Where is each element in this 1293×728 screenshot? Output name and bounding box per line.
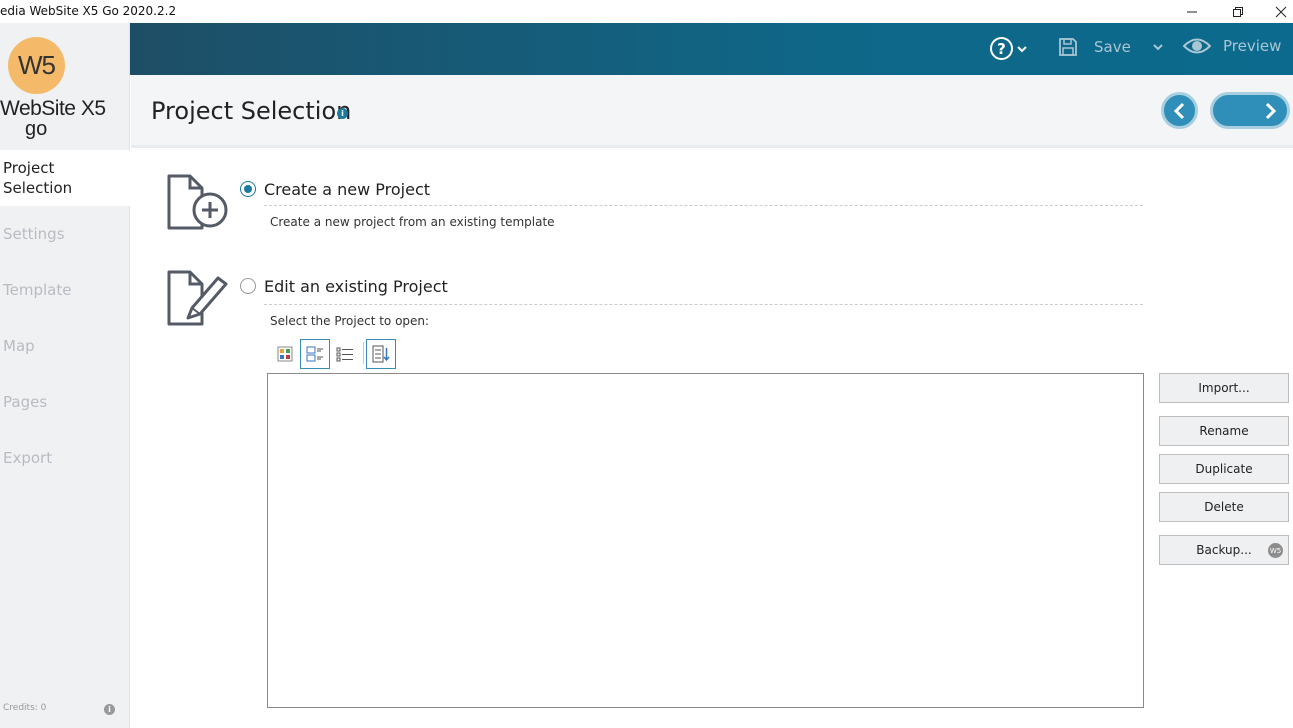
logo-mark: W5 (8, 37, 65, 94)
save-label: Save (1094, 38, 1131, 56)
sidebar-item-template[interactable]: Template (0, 262, 130, 318)
minimize-icon (1187, 11, 1197, 12)
info-icon[interactable]: i (337, 108, 348, 119)
page-header: Project Selection i (131, 75, 1293, 148)
create-project-description: Create a new project from an existing te… (270, 215, 555, 229)
create-project-radio[interactable] (240, 181, 256, 197)
create-project-label[interactable]: Create a new Project (264, 180, 430, 199)
sort-button[interactable] (366, 339, 396, 369)
project-list[interactable] (267, 373, 1144, 708)
sidebar-nav: Project Selection Settings Template Map … (0, 150, 130, 486)
chevron-left-icon (1173, 102, 1184, 119)
eye-icon (1183, 38, 1211, 54)
minimize-button[interactable] (1169, 0, 1215, 23)
preview-label: Preview (1223, 37, 1282, 55)
import-button[interactable]: Import... (1159, 373, 1289, 403)
view-tiles-button[interactable] (300, 339, 330, 369)
view-large-icons-button[interactable] (270, 339, 300, 369)
close-icon (1275, 6, 1287, 17)
chevron-down-icon (1017, 45, 1027, 52)
question-circle-icon: ? (990, 37, 1013, 60)
delete-button[interactable]: Delete (1159, 492, 1289, 522)
sidebar-item-pages[interactable]: Pages (0, 374, 130, 430)
sidebar-item-project-selection[interactable]: Project Selection (0, 150, 130, 206)
sidebar-item-settings[interactable]: Settings (0, 206, 130, 262)
edit-document-icon (167, 270, 228, 326)
help-button[interactable]: ? (990, 37, 1027, 60)
chevron-down-icon (1153, 44, 1163, 51)
backup-button[interactable]: Backup... W5 (1159, 535, 1289, 565)
app-logo: W5 WebSite X5 go (0, 23, 130, 150)
chevron-right-icon (1265, 102, 1277, 119)
restore-button[interactable] (1215, 0, 1261, 23)
save-button[interactable]: Save (1058, 37, 1163, 57)
top-toolbar: ? Save Preview (130, 23, 1293, 75)
divider (264, 304, 1143, 305)
restore-icon (1233, 6, 1243, 17)
credits-label: Credits: 0 (3, 703, 47, 713)
info-icon[interactable]: i (104, 704, 115, 715)
w5-badge-icon: W5 (1268, 543, 1283, 558)
next-button[interactable] (1210, 92, 1290, 129)
preview-button[interactable]: Preview (1183, 37, 1281, 55)
title-bar: edia WebSite X5 Go 2020.2.2 (0, 0, 1293, 23)
edit-project-label[interactable]: Edit an existing Project (264, 277, 448, 296)
sidebar: W5 WebSite X5 go Project Selection Setti… (0, 23, 130, 728)
back-button[interactable] (1161, 92, 1198, 129)
new-document-icon (167, 174, 228, 230)
window-title: edia WebSite X5 Go 2020.2.2 (0, 4, 177, 18)
backup-label: Backup... (1196, 543, 1252, 557)
sidebar-item-export[interactable]: Export (0, 430, 130, 486)
sort-icon (372, 345, 390, 363)
divider (264, 205, 1143, 206)
close-button[interactable] (1258, 0, 1293, 23)
large-icons-icon (277, 346, 293, 362)
select-project-prompt: Select the Project to open: (270, 314, 430, 328)
sidebar-item-map[interactable]: Map (0, 318, 130, 374)
rename-button[interactable]: Rename (1159, 416, 1289, 446)
tiles-icon (306, 346, 323, 362)
toolbar-separator (363, 342, 364, 364)
logo-name: WebSite X5 (0, 97, 106, 120)
page-title: Project Selection (151, 97, 352, 125)
logo-edition: go (25, 118, 48, 140)
floppy-disk-icon (1059, 38, 1077, 56)
edit-project-radio[interactable] (240, 278, 256, 294)
view-list-button[interactable] (330, 339, 360, 369)
duplicate-button[interactable]: Duplicate (1159, 454, 1289, 484)
list-icon (336, 347, 353, 362)
